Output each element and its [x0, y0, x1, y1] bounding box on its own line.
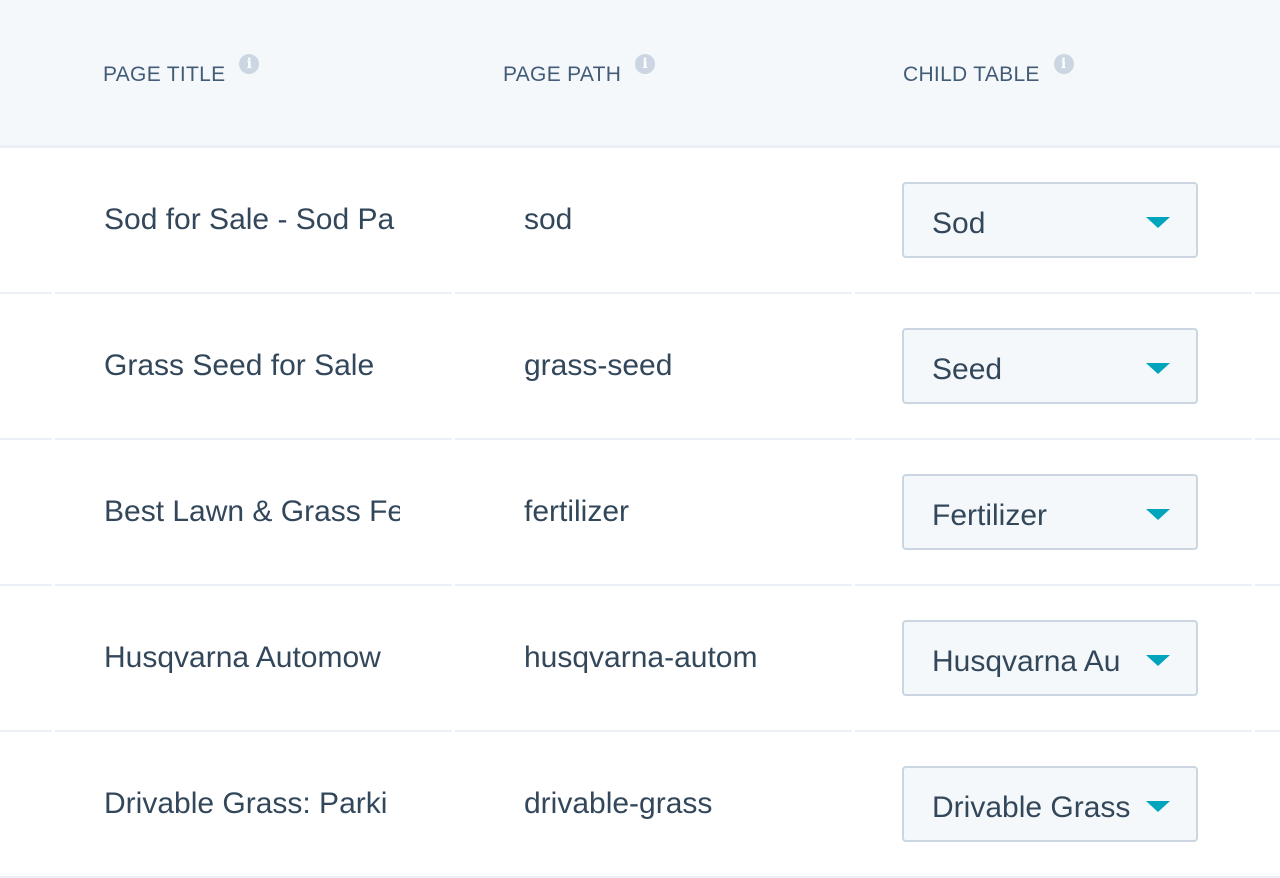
- child-table-dropdown[interactable]: Seed: [902, 328, 1198, 404]
- page-title-cell: Husqvarna Automow: [104, 641, 381, 674]
- dropdown-selected-value: Fertilizer: [932, 499, 1048, 532]
- page-path-cell: husqvarna-autom: [524, 641, 758, 674]
- child-table-mapping-table: PAGE TITLE i PAGE PATH i CHILD TABLE i S…: [0, 0, 1280, 878]
- child-table-cell: Drivable Grass: [902, 732, 1202, 876]
- column-header-page-path[interactable]: PAGE PATH i: [503, 54, 656, 88]
- page-title-cell: Best Lawn & Grass Fe: [104, 495, 400, 528]
- dropdown-selected-value: Seed: [932, 353, 1003, 386]
- caret-down-icon: [1146, 509, 1170, 520]
- child-table-cell: Sod: [902, 148, 1202, 292]
- table-row: Husqvarna Automow husqvarna-autom Husqva…: [0, 586, 1280, 732]
- column-header-label: PAGE TITLE: [103, 63, 226, 86]
- page-path-cell: sod: [524, 203, 573, 236]
- column-header-label: CHILD TABLE: [903, 63, 1040, 86]
- column-header-child-table[interactable]: CHILD TABLE i: [903, 54, 1074, 88]
- dropdown-selected-value: Husqvarna Au: [932, 645, 1121, 678]
- caret-down-icon: [1146, 801, 1170, 812]
- table-row: Grass Seed for Sale grass-seed Seed: [0, 294, 1280, 440]
- child-table-dropdown[interactable]: Drivable Grass: [902, 766, 1198, 842]
- page-title-cell: Drivable Grass: Parki: [104, 787, 388, 820]
- dropdown-selected-value: Drivable Grass: [932, 791, 1131, 824]
- child-table-cell: Seed: [902, 294, 1202, 438]
- child-table-dropdown[interactable]: Husqvarna Au: [902, 620, 1198, 696]
- column-header-page-title[interactable]: PAGE TITLE i: [103, 54, 260, 88]
- page-title-cell: Grass Seed for Sale: [104, 349, 375, 382]
- dropdown-selected-value: Sod: [932, 207, 986, 240]
- child-table-cell: Fertilizer: [902, 440, 1202, 584]
- table-row: Best Lawn & Grass Fe fertilizer Fertiliz…: [0, 440, 1280, 586]
- child-table-cell: Husqvarna Au: [902, 586, 1202, 730]
- child-table-dropdown[interactable]: Sod: [902, 182, 1198, 258]
- info-icon[interactable]: i: [239, 54, 260, 74]
- page-title-cell: Sod for Sale - Sod Pa: [104, 203, 395, 236]
- caret-down-icon: [1146, 217, 1170, 228]
- child-table-dropdown[interactable]: Fertilizer: [902, 474, 1198, 550]
- column-header-label: PAGE PATH: [503, 63, 622, 86]
- caret-down-icon: [1146, 363, 1170, 374]
- table-row: Drivable Grass: Parki drivable-grass Dri…: [0, 732, 1280, 878]
- caret-down-icon: [1146, 655, 1170, 666]
- page-path-cell: drivable-grass: [524, 787, 713, 820]
- info-icon[interactable]: i: [635, 54, 656, 74]
- table-row: Sod for Sale - Sod Pa sod Sod: [0, 148, 1280, 294]
- page-path-cell: grass-seed: [524, 349, 673, 382]
- info-icon[interactable]: i: [1053, 54, 1074, 74]
- table-header: PAGE TITLE i PAGE PATH i CHILD TABLE i: [0, 0, 1280, 148]
- page-path-cell: fertilizer: [524, 495, 630, 528]
